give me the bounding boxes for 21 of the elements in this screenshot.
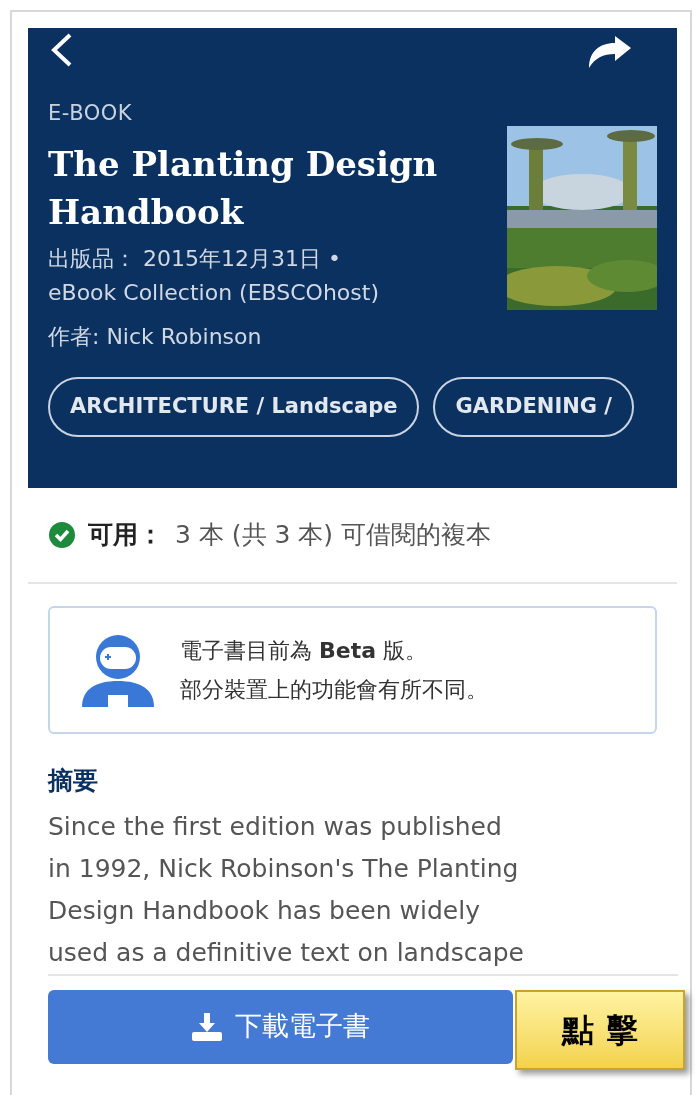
notice-text: 電子書目前為 Beta 版。	[180, 637, 429, 665]
subject-tag[interactable]: ARCHITECTURE / Landscape	[48, 376, 420, 437]
robot-icon	[80, 633, 156, 707]
share-icon[interactable]	[587, 36, 633, 70]
publication-info: 出版品： 2015年12月31日 •	[48, 244, 342, 273]
availability-label: 可用：	[88, 519, 163, 552]
summary-heading: 摘要	[48, 766, 98, 795]
availability-text: 3 本 (共 3 本) 可借閱的複本	[175, 519, 492, 552]
book-title: The Planting Design Handbook	[48, 142, 439, 234]
summary-text: Design Handbook has been widely	[48, 894, 481, 927]
summary-text: used as a definitive text on landscape	[48, 936, 525, 969]
summary-text: Since the first edition was published	[48, 810, 503, 843]
callout: 點 擊	[515, 989, 685, 1070]
download-button[interactable]: 下載電子書	[48, 989, 513, 1064]
notice-text: 部分裝置上的功能會有所不同。	[180, 676, 488, 704]
author: 作者: Nick Robinson	[48, 322, 263, 351]
summary-text: in 1992, Nick Robinson's The Planting	[48, 852, 520, 885]
download-icon	[191, 1012, 223, 1041]
type-label: E-BOOK	[48, 100, 134, 127]
subject-tag[interactable]: GARDENING /	[433, 376, 635, 437]
publication-info: eBook Collection (EBSCOhost)	[48, 278, 380, 307]
